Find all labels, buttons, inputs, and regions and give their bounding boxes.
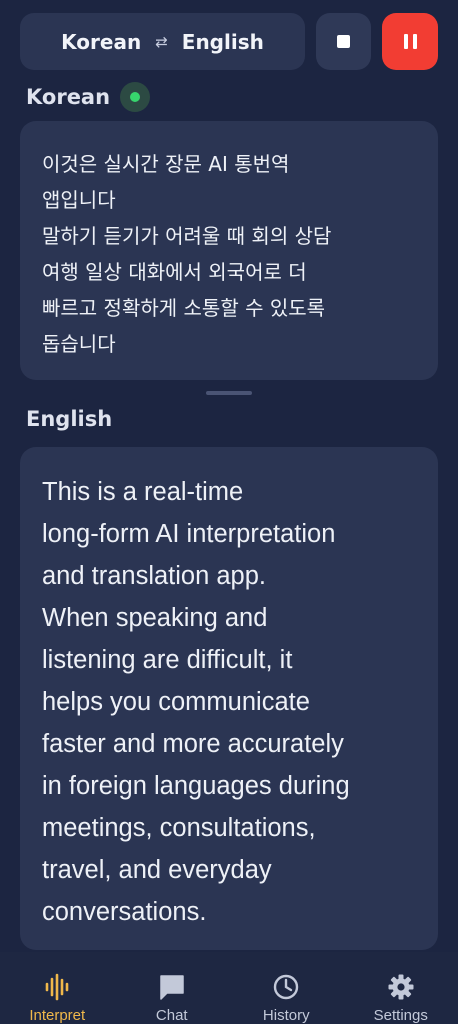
interpreter-screen: Korean ⇄ English Korean 이것은 실시간 장문 AI 통번… <box>0 0 458 1024</box>
live-indicator-dot <box>130 92 141 102</box>
pause-icon <box>412 34 417 49</box>
source-text-card[interactable]: 이것은 실시간 장문 AI 통번역 앱입니다 말하기 듣기가 어려울 때 회의 … <box>20 121 438 380</box>
source-section-header: Korean <box>26 82 151 112</box>
gear-icon <box>387 972 415 1001</box>
pause-icon <box>403 34 408 49</box>
source-transcript: 이것은 실시간 장문 AI 통번역 앱입니다 말하기 듣기가 어려울 때 회의 … <box>42 152 332 356</box>
target-text-card[interactable]: This is a real-time long-form AI interpr… <box>20 447 438 950</box>
nav-item-chat[interactable]: Chat <box>115 952 230 1024</box>
nav-label-history: History <box>262 1007 310 1024</box>
nav-label-settings: Settings <box>373 1007 428 1024</box>
target-section-header: English <box>26 407 112 431</box>
stop-icon <box>337 35 350 48</box>
source-section-label: Korean <box>26 85 111 109</box>
waveform-icon <box>44 972 70 1001</box>
translation-text: This is a real-time long-form AI interpr… <box>42 478 350 926</box>
source-language-label[interactable]: Korean <box>61 30 141 54</box>
nav-item-settings[interactable]: Settings <box>344 952 458 1024</box>
chat-bubble-icon <box>158 972 186 1001</box>
nav-label-chat: Chat <box>155 1007 188 1024</box>
resize-handle[interactable] <box>206 391 252 395</box>
nav-item-interpret[interactable]: Interpret <box>0 952 115 1024</box>
pause-button[interactable] <box>382 13 438 70</box>
stop-button[interactable] <box>316 13 371 70</box>
language-switcher[interactable]: Korean ⇄ English <box>20 13 305 70</box>
swap-arrows-icon[interactable]: ⇄ <box>155 33 168 51</box>
live-indicator-icon <box>120 82 151 112</box>
target-language-label[interactable]: English <box>182 30 264 54</box>
nav-label-interpret: Interpret <box>29 1007 86 1024</box>
clock-icon <box>272 972 300 1001</box>
target-section-label: English <box>26 407 113 431</box>
bottom-navigation: Interpret Chat History Settings <box>0 952 458 1024</box>
nav-item-history[interactable]: History <box>229 952 344 1024</box>
